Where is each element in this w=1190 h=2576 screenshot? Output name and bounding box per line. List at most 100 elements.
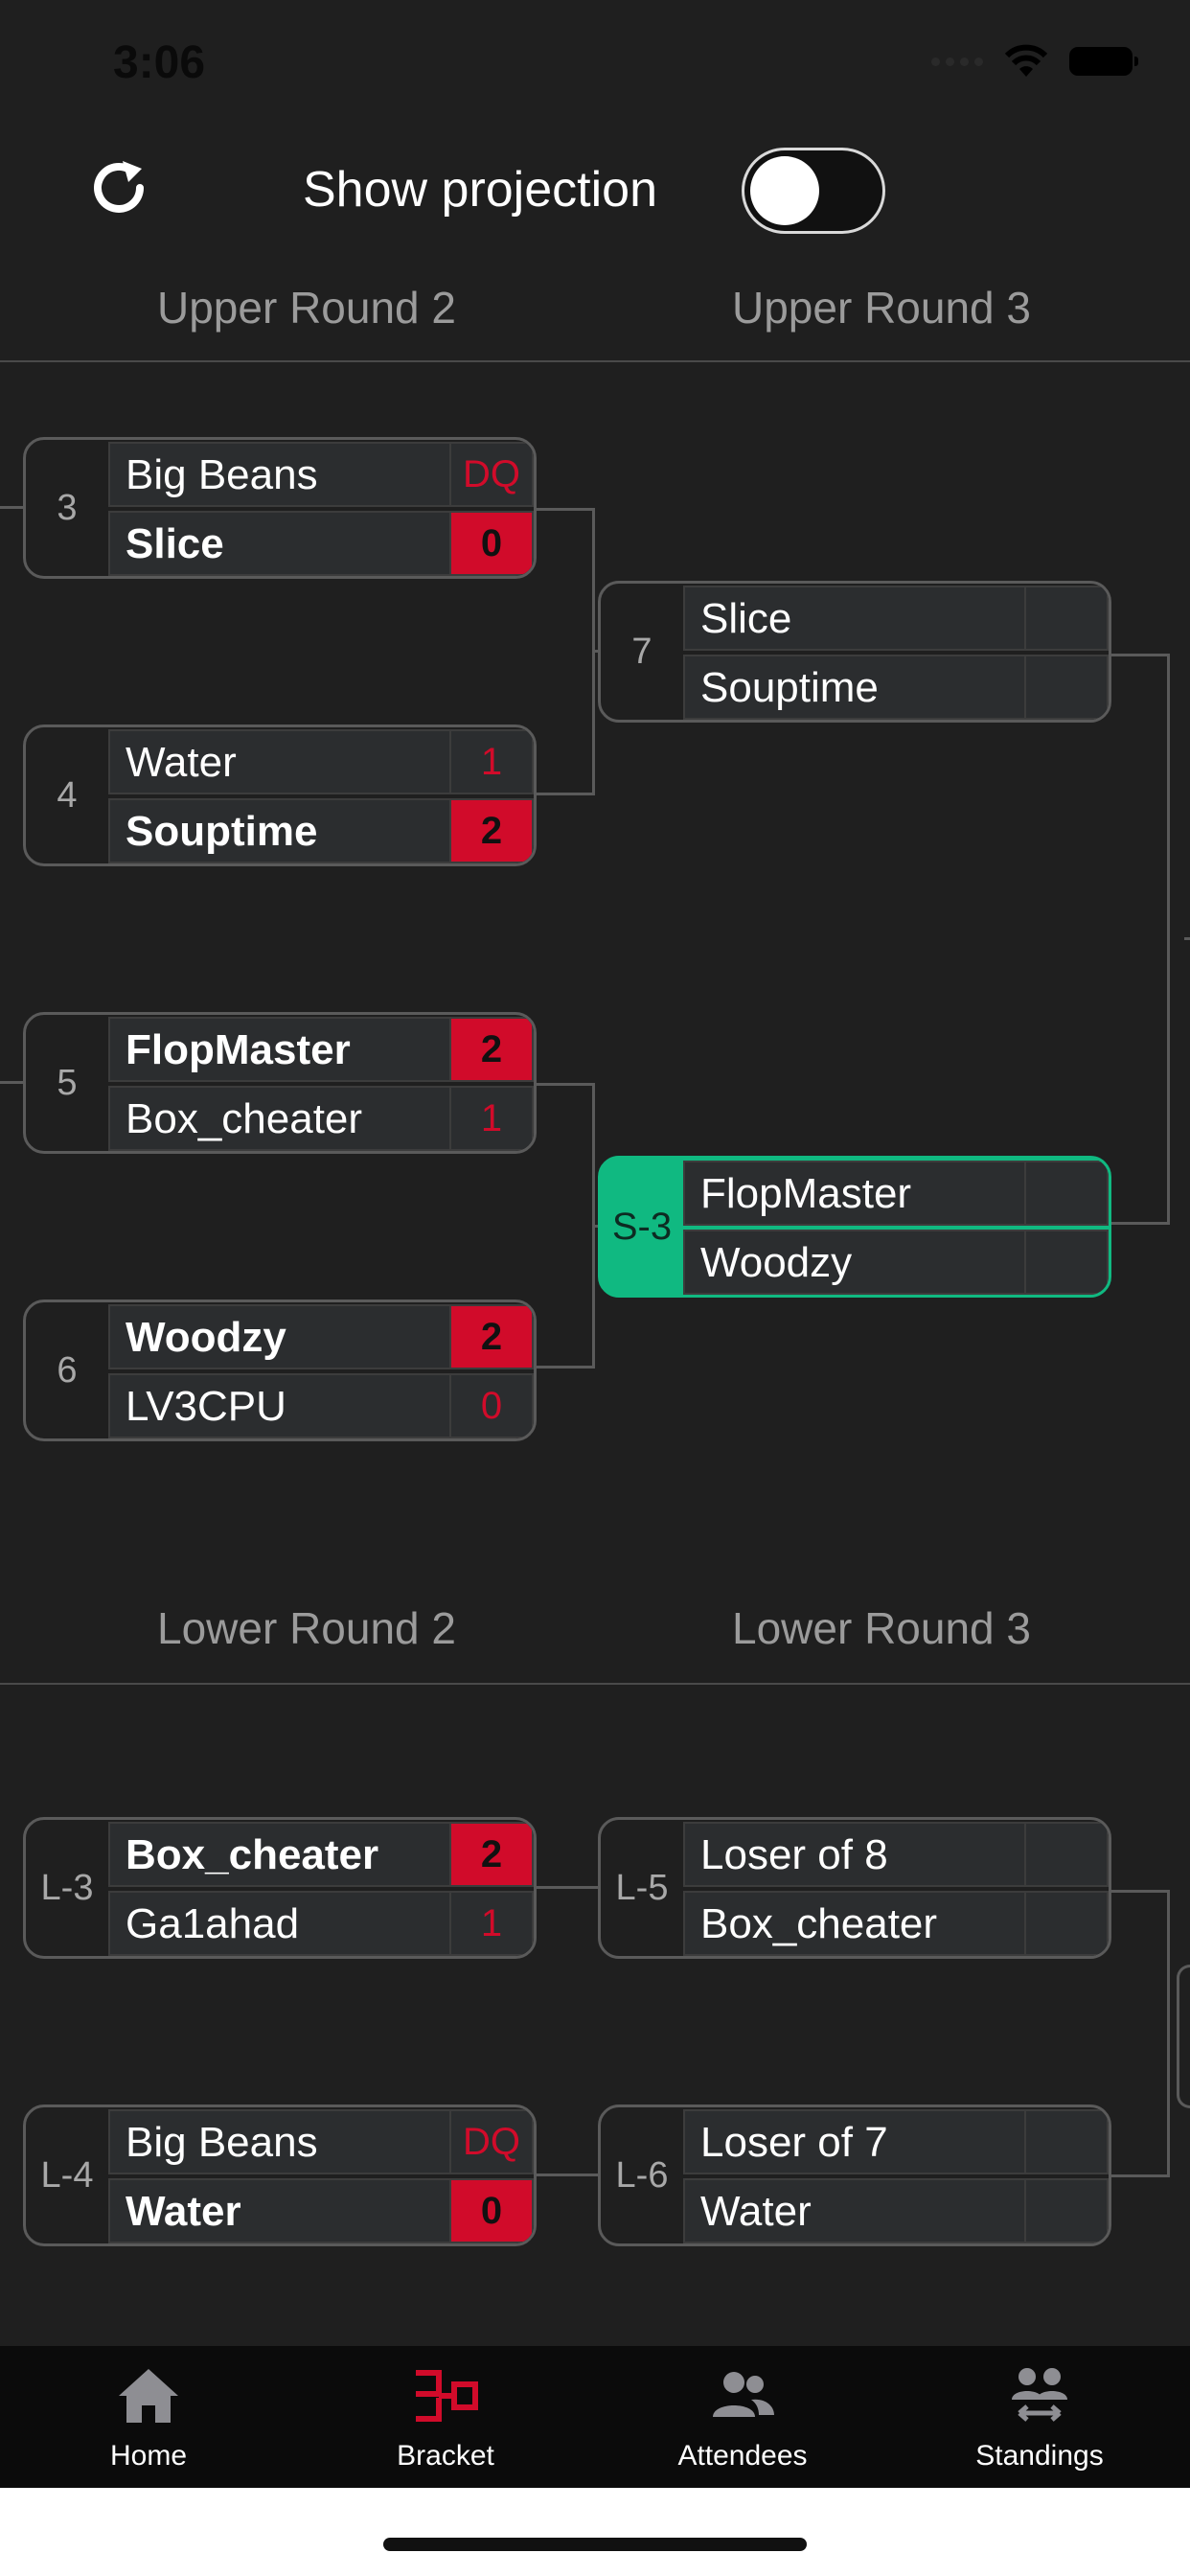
bracket-icon — [416, 2370, 478, 2422]
match-3[interactable]: 3 Big Beans DQ Slice 0 — [23, 437, 537, 579]
tab-attendees[interactable]: Attendees — [594, 2346, 891, 2488]
connector — [1111, 1222, 1169, 1225]
connector — [0, 506, 23, 509]
refresh-icon[interactable] — [84, 153, 153, 222]
player-score — [1024, 587, 1107, 649]
match-5[interactable]: 5 FlopMaster 2 Box_cheater 1 — [23, 1012, 537, 1154]
home-indicator[interactable] — [383, 2538, 807, 2551]
lower-round-2-title: Lower Round 2 — [157, 1603, 456, 1653]
player-name: Big Beans — [126, 451, 318, 498]
match-7[interactable]: 7 Slice Souptime — [598, 581, 1111, 723]
player-score — [1024, 1162, 1107, 1224]
player-slot: Water — [683, 2178, 1109, 2243]
player-slot: Loser of 8 — [683, 1822, 1109, 1887]
match-l-3[interactable]: L-3 Box_cheater 2 Ga1ahad 1 — [23, 1817, 537, 1959]
player-score: DQ — [449, 444, 532, 505]
standings-icon — [1012, 2368, 1067, 2422]
match-number: 5 — [57, 1062, 78, 1103]
connector — [1111, 1890, 1169, 1893]
show-projection-label: Show projection — [303, 162, 657, 218]
player-score: 2 — [449, 1824, 532, 1885]
connector — [0, 1081, 23, 1084]
player-name: Box_cheater — [700, 1900, 938, 1947]
tab-label: Attendees — [677, 2440, 808, 2472]
player-score: 0 — [449, 513, 532, 574]
connector — [537, 2174, 598, 2176]
player-score: 0 — [449, 1375, 532, 1437]
connector — [537, 793, 594, 795]
match-l-6[interactable]: L-6 Loser of 7 Water — [598, 2104, 1111, 2246]
connector — [537, 1886, 598, 1889]
connector — [537, 1083, 594, 1086]
player-score: 2 — [449, 800, 532, 862]
player-score — [1024, 656, 1107, 718]
player-name: FlopMaster — [700, 1170, 912, 1217]
connector — [537, 1366, 594, 1368]
player-name: Souptime — [700, 664, 879, 711]
player-slot: LV3CPU 0 — [108, 1373, 534, 1438]
player-slot: Slice 0 — [108, 511, 534, 576]
player-slot: FlopMaster — [683, 1161, 1109, 1226]
match-s-3[interactable]: S-3 FlopMaster Woodzy — [598, 1156, 1111, 1298]
player-slot: Big Beans DQ — [108, 442, 534, 507]
next-match-edge — [1177, 1965, 1190, 2108]
player-score: 2 — [449, 1306, 532, 1368]
player-score — [1024, 1893, 1107, 1954]
player-name: Slice — [126, 520, 224, 567]
tab-home[interactable]: Home — [0, 2346, 297, 2488]
lower-divider — [0, 1683, 1190, 1685]
player-name: Big Beans — [126, 2119, 318, 2166]
tab-bracket[interactable]: Bracket — [297, 2346, 594, 2488]
player-score: DQ — [449, 2111, 532, 2173]
match-number: 6 — [57, 1349, 78, 1391]
match-l-5[interactable]: L-5 Loser of 8 Box_cheater — [598, 1817, 1111, 1959]
player-score — [1024, 1824, 1107, 1885]
upper-round-3-title: Upper Round 3 — [732, 283, 1031, 333]
player-slot: Water 0 — [108, 2178, 534, 2243]
player-name: Water — [700, 2188, 812, 2235]
player-score: 2 — [449, 1019, 532, 1080]
match-number: 7 — [631, 631, 652, 672]
match-4[interactable]: 4 Water 1 Souptime 2 — [23, 724, 537, 866]
match-number: S-3 — [611, 1205, 673, 1248]
player-name: Box_cheater — [126, 1095, 363, 1142]
player-slot: Water 1 — [108, 729, 534, 794]
match-number: 3 — [57, 487, 78, 528]
player-slot: Slice — [683, 586, 1109, 651]
match-6[interactable]: 6 Woodzy 2 LV3CPU 0 — [23, 1300, 537, 1441]
player-score — [1024, 1231, 1107, 1293]
lower-round-3-title: Lower Round 3 — [732, 1603, 1031, 1653]
player-name: FlopMaster — [126, 1026, 351, 1073]
connector — [1167, 1890, 1170, 2177]
home-icon — [119, 2369, 178, 2423]
match-number: 4 — [57, 774, 78, 816]
player-score: 1 — [449, 1088, 532, 1149]
match-l-4[interactable]: L-4 Big Beans DQ Water 0 — [23, 2104, 537, 2246]
tab-label: Standings — [975, 2440, 1104, 2472]
player-name: Woodzy — [700, 1239, 853, 1286]
player-name: Souptime — [126, 808, 318, 855]
player-slot: Woodzy 2 — [108, 1304, 534, 1369]
player-slot: Box_cheater 2 — [108, 1822, 534, 1887]
player-slot: Souptime 2 — [108, 798, 534, 863]
home-indicator-area — [0, 2488, 1190, 2576]
player-name: Woodzy — [126, 1314, 286, 1361]
player-name: Loser of 8 — [700, 1831, 888, 1878]
connector — [1111, 654, 1169, 656]
player-slot: Loser of 7 — [683, 2109, 1109, 2174]
connector — [1111, 2174, 1169, 2177]
tab-bar: Home Bracket Attendees Standings — [0, 2346, 1190, 2488]
show-projection-toggle[interactable] — [742, 148, 885, 234]
player-score: 0 — [449, 2180, 532, 2242]
battery-icon — [1069, 47, 1138, 76]
cellular-signal-icon — [931, 57, 983, 66]
player-name: LV3CPU — [126, 1383, 286, 1430]
connector — [1167, 654, 1170, 1225]
attendees-icon — [713, 2372, 774, 2417]
player-slot: Woodzy — [683, 1230, 1109, 1295]
connector — [537, 508, 594, 511]
upper-round-2-title: Upper Round 2 — [157, 283, 456, 333]
upper-divider — [0, 360, 1190, 362]
tab-standings[interactable]: Standings — [891, 2346, 1188, 2488]
match-number: L-6 — [615, 2154, 669, 2196]
